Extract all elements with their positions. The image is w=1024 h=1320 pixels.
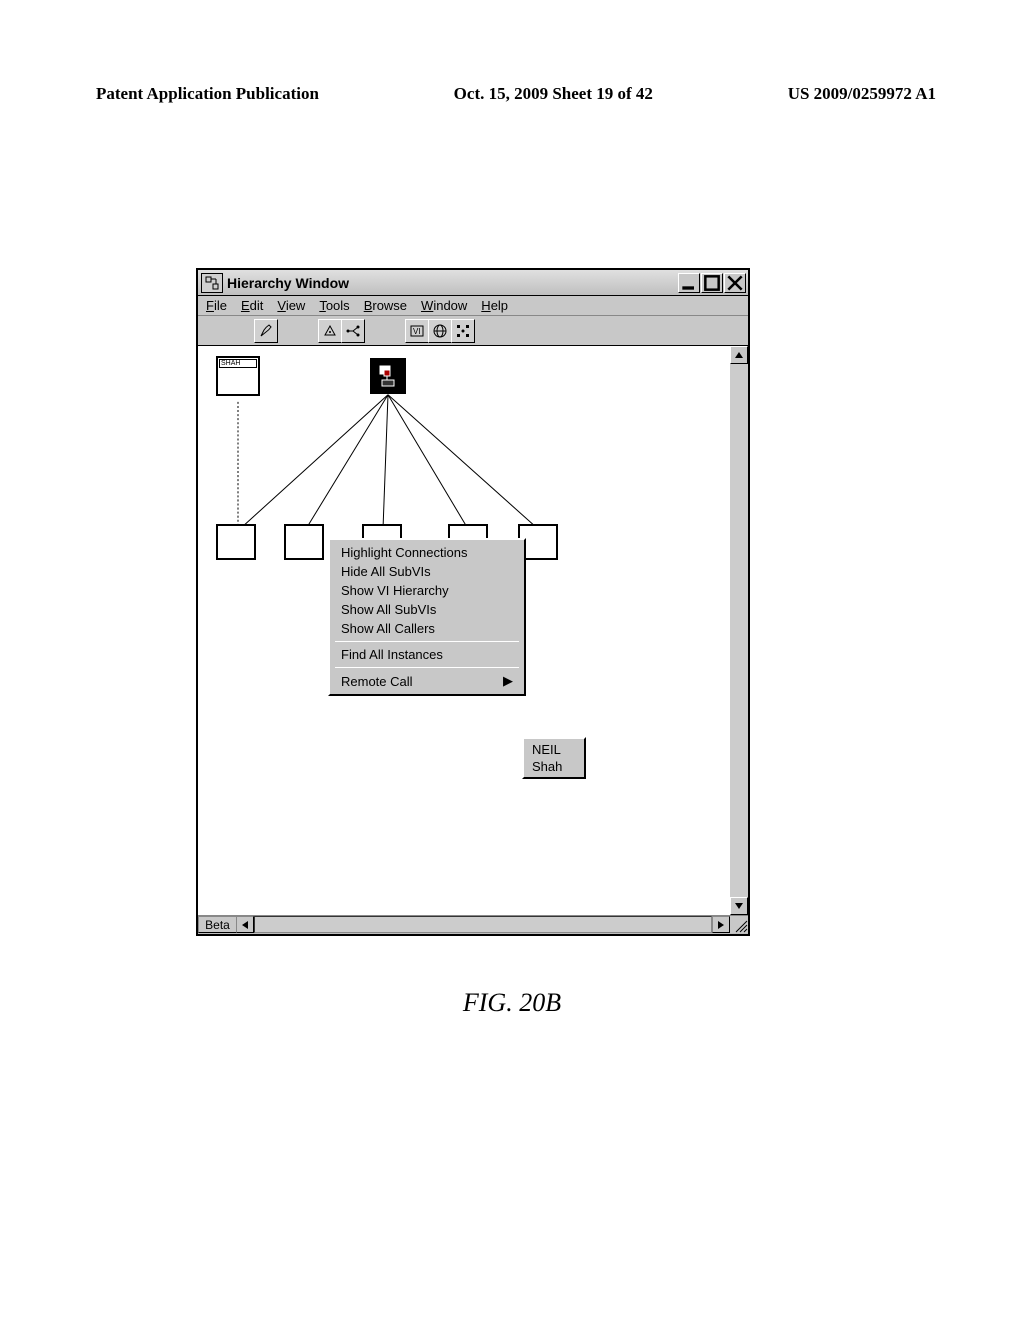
menu-item-show-hierarchy[interactable]: Show VI Hierarchy <box>333 581 521 600</box>
menu-item-hide-subvis[interactable]: Hide All SubVIs <box>333 562 521 581</box>
triangle-icon[interactable] <box>318 319 342 343</box>
menu-help[interactable]: Help <box>481 298 508 313</box>
scroll-up-button[interactable] <box>730 346 748 364</box>
menu-view[interactable]: View <box>277 298 305 313</box>
close-button[interactable] <box>724 273 746 293</box>
figure-caption: FIG. 20B <box>0 988 1024 1018</box>
remote-call-submenu: NEIL Shah <box>522 737 586 779</box>
menu-item-show-callers[interactable]: Show All Callers <box>333 619 521 638</box>
docnum-label: US 2009/0259972 A1 <box>788 84 936 104</box>
client-area: SHAH Highlight Connections Hide All SubV… <box>198 346 748 915</box>
arrows-icon[interactable] <box>451 319 475 343</box>
app-icon <box>201 273 223 293</box>
hierarchy-window: Hierarchy Window File Edit View Tools Br… <box>196 268 750 936</box>
hscroll-track[interactable] <box>254 916 712 933</box>
menu-separator <box>335 641 519 642</box>
sheet-label: Oct. 15, 2009 Sheet 19 of 42 <box>454 84 653 104</box>
scroll-track[interactable] <box>730 364 748 897</box>
svg-text:VI: VI <box>413 327 421 336</box>
submenu-item-neil[interactable]: NEIL <box>526 741 582 758</box>
titlebar[interactable]: Hierarchy Window <box>198 270 748 296</box>
menu-item-show-subvis[interactable]: Show All SubVIs <box>333 600 521 619</box>
menu-item-highlight[interactable]: Highlight Connections <box>333 543 521 562</box>
minimize-button[interactable] <box>678 273 700 293</box>
menu-window[interactable]: Window <box>421 298 467 313</box>
menu-item-find-instances[interactable]: Find All Instances <box>333 645 521 664</box>
menu-item-remote-call[interactable]: Remote Call ▶ <box>333 671 521 691</box>
statusbar: Beta <box>198 915 748 933</box>
context-menu: Highlight Connections Hide All SubVIs Sh… <box>328 538 526 696</box>
pub-label: Patent Application Publication <box>96 84 319 104</box>
tree-node[interactable] <box>216 524 256 560</box>
paintbrush-icon[interactable] <box>254 319 278 343</box>
toolbar: VI <box>198 316 748 346</box>
window-title: Hierarchy Window <box>227 275 677 291</box>
page-header: Patent Application Publication Oct. 15, … <box>96 84 936 104</box>
scroll-right-button[interactable] <box>712 916 730 933</box>
chevron-right-icon: ▶ <box>503 673 513 689</box>
status-label: Beta <box>198 916 236 933</box>
maximize-button[interactable] <box>701 273 723 293</box>
tree-node-root-left[interactable]: SHAH <box>216 356 260 396</box>
submenu-item-shah[interactable]: Shah <box>526 758 582 775</box>
fork-icon[interactable] <box>341 319 365 343</box>
scroll-down-button[interactable] <box>730 897 748 915</box>
menu-browse[interactable]: Browse <box>364 298 407 313</box>
menu-file[interactable]: File <box>206 298 227 313</box>
globe-icon[interactable] <box>428 319 452 343</box>
menu-edit[interactable]: Edit <box>241 298 263 313</box>
resize-grip-icon[interactable] <box>730 916 748 933</box>
hierarchy-canvas[interactable]: SHAH Highlight Connections Hide All SubV… <box>198 346 730 915</box>
menubar: File Edit View Tools Browse Window Help <box>198 296 748 316</box>
scroll-left-button[interactable] <box>236 916 254 933</box>
tree-node[interactable] <box>284 524 324 560</box>
vi-icon[interactable]: VI <box>405 319 429 343</box>
vertical-scrollbar[interactable] <box>730 346 748 915</box>
tree-node-root-vi-icon[interactable] <box>370 358 406 394</box>
node-label: SHAH <box>219 359 257 368</box>
menu-separator <box>335 667 519 668</box>
menu-tools[interactable]: Tools <box>319 298 349 313</box>
